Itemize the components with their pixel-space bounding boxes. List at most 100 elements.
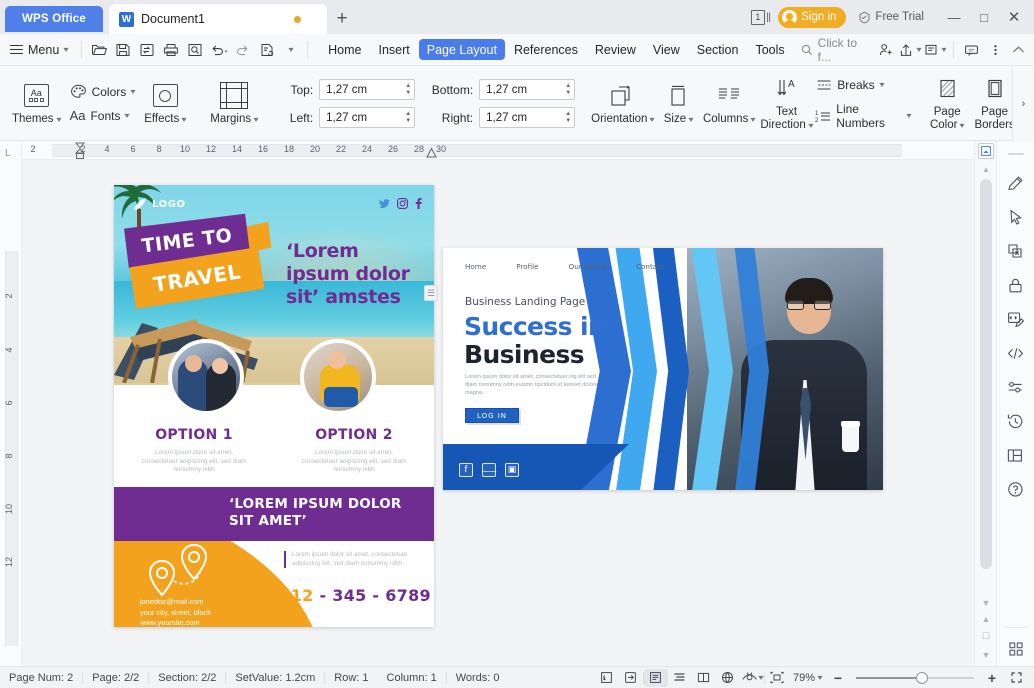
object-anchor-handle[interactable]: ☰ xyxy=(424,285,438,301)
menu-button[interactable]: Menu ▾ xyxy=(0,38,76,62)
tab-home[interactable]: Home xyxy=(320,39,369,60)
breaks-button[interactable]: Breaks ▾ xyxy=(815,78,911,92)
sign-in-button[interactable]: Sign in xyxy=(778,6,847,28)
zoom-level-button[interactable]: 79% ▾ xyxy=(789,672,826,684)
left-indent-marker-icon[interactable] xyxy=(74,142,86,159)
settings-sliders-icon[interactable] xyxy=(1001,371,1031,405)
new-tab-button[interactable]: + xyxy=(327,4,357,34)
fonts-button[interactable]: Aa Fonts ▾ xyxy=(70,108,136,123)
spinner-arrows-icon[interactable]: ▲ ▼ xyxy=(565,111,571,124)
scroll-up-button[interactable]: ▲ xyxy=(975,165,997,174)
status-words[interactable]: Words: 0 xyxy=(447,672,509,684)
help-icon[interactable] xyxy=(1001,473,1031,507)
print-icon[interactable] xyxy=(159,38,182,61)
zoom-slider[interactable] xyxy=(856,669,974,687)
spinner-arrows-icon[interactable]: ▲ ▼ xyxy=(405,111,411,124)
document-canvas[interactable]: LOGO TIME TO TRAVEL ‘Lorem ipsum dolor s… xyxy=(22,160,974,666)
fit-page-icon[interactable] xyxy=(765,669,789,687)
margin-right-input[interactable]: 1,27 cm ▲ ▼ xyxy=(479,107,576,128)
select-browse-object-button[interactable] xyxy=(978,143,994,159)
margins-button[interactable]: Margins ▾ xyxy=(205,82,263,126)
text-direction-button[interactable]: A Text Direction ▾ xyxy=(758,75,815,132)
minimize-button[interactable]: — xyxy=(940,4,968,30)
reading-layout-view-button[interactable] xyxy=(692,669,716,687)
print-layout-view-button[interactable] xyxy=(643,668,668,687)
export-pdf-icon[interactable] xyxy=(255,38,278,61)
status-row[interactable]: Row: 1 xyxy=(325,672,377,684)
margin-top-input[interactable]: 1,27 cm ▲ ▼ xyxy=(319,79,416,100)
document-tab[interactable]: Document1 xyxy=(109,4,327,34)
search-input[interactable]: Click to f... xyxy=(793,36,874,64)
size-button[interactable]: Size ▾ xyxy=(656,82,700,126)
customize-quick-access-icon[interactable]: ▾ xyxy=(279,38,302,61)
spinner-arrows-icon[interactable]: ▲ ▼ xyxy=(565,83,571,96)
close-button[interactable]: ✕ xyxy=(1000,4,1028,30)
vertical-scrollbar[interactable]: ▲ ▼ ▲ ☐ ▼ xyxy=(974,141,996,666)
layout-panel-icon[interactable] xyxy=(1001,439,1031,473)
previous-page-button[interactable]: ▲ xyxy=(975,614,997,624)
tab-insert[interactable]: Insert xyxy=(370,39,417,60)
more-options-button[interactable] xyxy=(985,38,1006,61)
status-page-num[interactable]: Page Num: 2 xyxy=(0,672,82,684)
zoom-in-button[interactable]: + xyxy=(980,669,1004,687)
colors-button[interactable]: Colors ▾ xyxy=(70,84,136,99)
zoom-out-button[interactable]: − xyxy=(826,669,850,687)
undo-icon[interactable] xyxy=(207,38,230,61)
feedback-button[interactable] xyxy=(961,38,982,61)
tab-review[interactable]: Review xyxy=(587,39,644,60)
code-icon[interactable] xyxy=(1001,337,1031,371)
effects-button[interactable]: Effects ▾ xyxy=(139,82,191,126)
cursor-select-icon[interactable] xyxy=(1001,201,1031,235)
tab-section[interactable]: Section xyxy=(689,39,747,60)
delete-shape-icon[interactable] xyxy=(1001,235,1031,269)
share-user-button[interactable] xyxy=(875,38,896,61)
tab-view[interactable]: View xyxy=(645,39,688,60)
print-preview-icon[interactable] xyxy=(183,38,206,61)
status-column[interactable]: Column: 1 xyxy=(378,672,446,684)
tab-stop-marker-icon[interactable]: L xyxy=(5,148,11,159)
wps-office-tab[interactable]: WPS Office xyxy=(5,6,103,32)
horizontal-ruler[interactable]: 2 2 4 6 8 10 12 14 16 18 20 22 24 26 28 … xyxy=(22,141,1012,160)
collapse-ribbon-button[interactable] xyxy=(1008,38,1029,61)
status-page[interactable]: Page: 2/2 xyxy=(83,672,148,684)
paste-icon[interactable] xyxy=(619,669,643,687)
pen-edit-icon[interactable] xyxy=(1001,167,1031,201)
edit-code-icon[interactable] xyxy=(1001,303,1031,337)
page-color-button[interactable]: Page Color ▾ xyxy=(925,75,970,132)
line-numbers-button[interactable]: 12 Line Numbers ▾ xyxy=(815,102,911,130)
spinner-arrows-icon[interactable]: ▲ ▼ xyxy=(405,83,411,96)
redo-icon[interactable] xyxy=(231,38,254,61)
tab-tools[interactable]: Tools xyxy=(747,39,792,60)
lock-icon[interactable] xyxy=(1001,269,1031,303)
vertical-ruler[interactable]: L 2 4 6 8 10 12 xyxy=(0,141,22,666)
columns-button[interactable]: Columns ▾ xyxy=(700,82,757,126)
scrollbar-thumb[interactable] xyxy=(980,179,992,569)
maximize-button[interactable]: □ xyxy=(970,4,998,30)
tab-references[interactable]: References xyxy=(506,39,586,60)
landing-page-image[interactable]: Home Profile Our Works Contact Business … xyxy=(443,248,883,490)
margin-left-input[interactable]: 1,27 cm ▲ ▼ xyxy=(319,107,416,128)
travel-flyer-image[interactable]: LOGO TIME TO TRAVEL ‘Lorem ipsum dolor s… xyxy=(114,185,434,627)
zoom-slider-knob[interactable] xyxy=(916,671,928,684)
select-object-button[interactable]: ☐ xyxy=(975,631,997,642)
themes-button[interactable]: Aa Themes ▾ xyxy=(7,82,66,126)
next-page-button[interactable]: ▼ xyxy=(975,650,997,660)
history-icon[interactable] xyxy=(1001,405,1031,439)
free-trial-button[interactable]: Free Trial xyxy=(858,11,924,24)
tab-page-layout[interactable]: Page Layout xyxy=(418,39,505,60)
apps-grid-icon[interactable] xyxy=(1001,632,1031,666)
orientation-button[interactable]: Orientation ▾ xyxy=(589,82,656,126)
open-icon[interactable] xyxy=(87,38,110,61)
fullscreen-button[interactable] xyxy=(1004,669,1028,687)
status-section[interactable]: Section: 2/2 xyxy=(149,672,225,684)
insert-object-icon[interactable] xyxy=(595,669,619,687)
save-as-icon[interactable] xyxy=(135,38,158,61)
save-icon[interactable] xyxy=(111,38,134,61)
share-button[interactable]: ▾ xyxy=(898,38,922,61)
web-layout-view-button[interactable] xyxy=(716,669,740,687)
ribbon-expand-button[interactable]: › xyxy=(1012,66,1034,141)
page-count-badge[interactable]: 1 ‖ xyxy=(750,9,771,25)
new-comment-button[interactable]: ▾ xyxy=(923,38,947,61)
scroll-down-button[interactable]: ▼ xyxy=(975,598,997,608)
margin-bottom-input[interactable]: 1,27 cm ▲ ▼ xyxy=(479,79,576,100)
